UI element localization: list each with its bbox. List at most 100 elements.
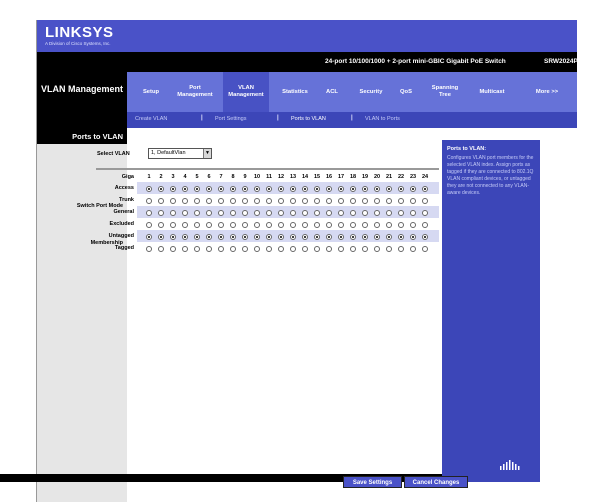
membership-radio-tagged[interactable] — [170, 246, 176, 252]
membership-radio-untagged[interactable] — [314, 234, 320, 240]
membership-radio-excluded[interactable] — [278, 222, 284, 228]
mode-radio-trunk[interactable] — [218, 198, 224, 204]
mode-radio-general[interactable] — [206, 210, 212, 216]
subnav-vlan-to-ports[interactable]: VLAN to Ports — [365, 116, 400, 122]
membership-radio-tagged[interactable] — [410, 246, 416, 252]
membership-radio-untagged[interactable] — [254, 234, 260, 240]
mode-radio-access[interactable] — [410, 186, 416, 192]
cancel-changes-button[interactable]: Cancel Changes — [404, 476, 468, 488]
membership-radio-untagged[interactable] — [194, 234, 200, 240]
mode-radio-access[interactable] — [278, 186, 284, 192]
mode-radio-general[interactable] — [326, 210, 332, 216]
membership-radio-tagged[interactable] — [254, 246, 260, 252]
membership-radio-untagged[interactable] — [146, 234, 152, 240]
mode-radio-access[interactable] — [314, 186, 320, 192]
membership-radio-excluded[interactable] — [350, 222, 356, 228]
chevron-down-icon[interactable]: ▼ — [203, 149, 211, 158]
membership-radio-untagged[interactable] — [398, 234, 404, 240]
mode-radio-access[interactable] — [290, 186, 296, 192]
mode-radio-access[interactable] — [182, 186, 188, 192]
mode-radio-access[interactable] — [266, 186, 272, 192]
mode-radio-access[interactable] — [254, 186, 260, 192]
mode-radio-trunk[interactable] — [350, 198, 356, 204]
membership-radio-excluded[interactable] — [230, 222, 236, 228]
membership-radio-excluded[interactable] — [302, 222, 308, 228]
tab-statistics[interactable]: Statistics — [275, 72, 315, 112]
membership-radio-excluded[interactable] — [398, 222, 404, 228]
membership-radio-tagged[interactable] — [242, 246, 248, 252]
membership-radio-excluded[interactable] — [254, 222, 260, 228]
membership-radio-excluded[interactable] — [314, 222, 320, 228]
mode-radio-general[interactable] — [242, 210, 248, 216]
mode-radio-trunk[interactable] — [146, 198, 152, 204]
membership-radio-tagged[interactable] — [398, 246, 404, 252]
subnav-port-settings[interactable]: Port Settings — [215, 116, 247, 122]
membership-radio-tagged[interactable] — [338, 246, 344, 252]
membership-radio-tagged[interactable] — [374, 246, 380, 252]
membership-radio-untagged[interactable] — [410, 234, 416, 240]
mode-radio-access[interactable] — [386, 186, 392, 192]
mode-radio-general[interactable] — [338, 210, 344, 216]
membership-radio-excluded[interactable] — [182, 222, 188, 228]
membership-radio-untagged[interactable] — [278, 234, 284, 240]
mode-radio-general[interactable] — [422, 210, 428, 216]
mode-radio-general[interactable] — [230, 210, 236, 216]
membership-radio-untagged[interactable] — [374, 234, 380, 240]
membership-radio-untagged[interactable] — [182, 234, 188, 240]
mode-radio-access[interactable] — [230, 186, 236, 192]
mode-radio-general[interactable] — [386, 210, 392, 216]
membership-radio-tagged[interactable] — [278, 246, 284, 252]
mode-radio-trunk[interactable] — [278, 198, 284, 204]
subnav-ports-to-vlan[interactable]: Ports to VLAN — [291, 116, 326, 122]
mode-radio-general[interactable] — [194, 210, 200, 216]
mode-radio-trunk[interactable] — [206, 198, 212, 204]
membership-radio-tagged[interactable] — [386, 246, 392, 252]
mode-radio-general[interactable] — [146, 210, 152, 216]
membership-radio-untagged[interactable] — [266, 234, 272, 240]
membership-radio-untagged[interactable] — [158, 234, 164, 240]
membership-radio-tagged[interactable] — [302, 246, 308, 252]
mode-radio-general[interactable] — [350, 210, 356, 216]
membership-radio-excluded[interactable] — [146, 222, 152, 228]
mode-radio-access[interactable] — [242, 186, 248, 192]
tab-security[interactable]: Security — [353, 72, 389, 112]
membership-radio-untagged[interactable] — [218, 234, 224, 240]
mode-radio-trunk[interactable] — [386, 198, 392, 204]
mode-radio-trunk[interactable] — [302, 198, 308, 204]
membership-radio-untagged[interactable] — [386, 234, 392, 240]
tab-port-management[interactable]: Port Management — [171, 72, 219, 112]
membership-radio-untagged[interactable] — [422, 234, 428, 240]
membership-radio-excluded[interactable] — [326, 222, 332, 228]
mode-radio-trunk[interactable] — [254, 198, 260, 204]
mode-radio-general[interactable] — [290, 210, 296, 216]
tab-setup[interactable]: Setup — [135, 72, 167, 112]
membership-radio-tagged[interactable] — [350, 246, 356, 252]
mode-radio-general[interactable] — [314, 210, 320, 216]
mode-radio-trunk[interactable] — [230, 198, 236, 204]
subnav-create-vlan[interactable]: Create VLAN — [135, 116, 167, 122]
mode-radio-access[interactable] — [398, 186, 404, 192]
membership-radio-excluded[interactable] — [194, 222, 200, 228]
membership-radio-untagged[interactable] — [230, 234, 236, 240]
mode-radio-trunk[interactable] — [398, 198, 404, 204]
membership-radio-untagged[interactable] — [302, 234, 308, 240]
membership-radio-tagged[interactable] — [182, 246, 188, 252]
mode-radio-access[interactable] — [338, 186, 344, 192]
mode-radio-access[interactable] — [158, 186, 164, 192]
mode-radio-general[interactable] — [218, 210, 224, 216]
membership-radio-excluded[interactable] — [170, 222, 176, 228]
mode-radio-trunk[interactable] — [182, 198, 188, 204]
mode-radio-trunk[interactable] — [194, 198, 200, 204]
mode-radio-trunk[interactable] — [338, 198, 344, 204]
membership-radio-untagged[interactable] — [290, 234, 296, 240]
mode-radio-access[interactable] — [302, 186, 308, 192]
mode-radio-trunk[interactable] — [158, 198, 164, 204]
mode-radio-general[interactable] — [278, 210, 284, 216]
membership-radio-tagged[interactable] — [206, 246, 212, 252]
tab-vlan-management[interactable]: VLAN Management — [223, 72, 269, 112]
membership-radio-excluded[interactable] — [290, 222, 296, 228]
mode-radio-general[interactable] — [182, 210, 188, 216]
mode-radio-general[interactable] — [374, 210, 380, 216]
membership-radio-untagged[interactable] — [242, 234, 248, 240]
membership-radio-untagged[interactable] — [362, 234, 368, 240]
